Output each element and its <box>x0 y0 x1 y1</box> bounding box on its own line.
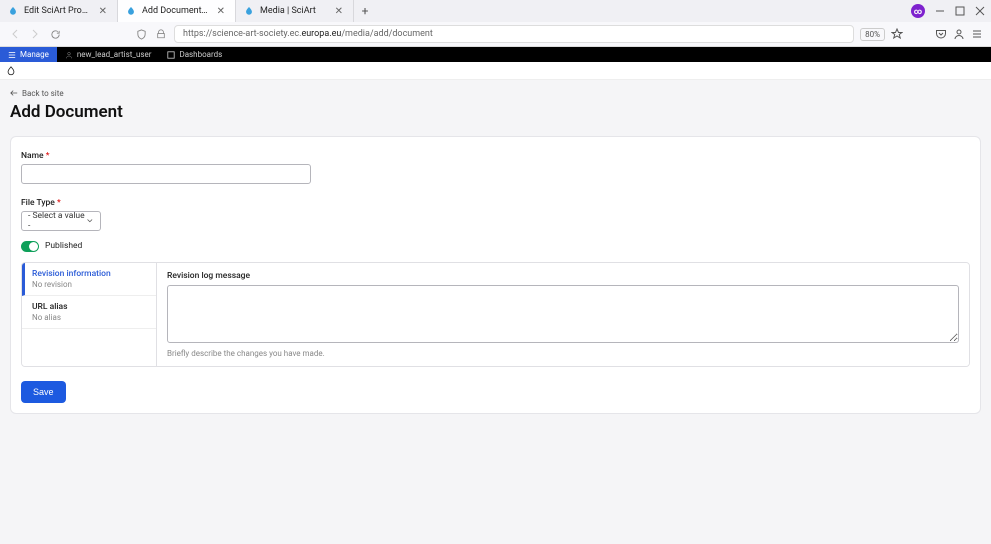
back-label: Back to site <box>22 89 64 98</box>
close-icon[interactable]: ✕ <box>215 6 227 17</box>
new-tab-button[interactable]: + <box>354 4 376 18</box>
drupal-icon <box>126 6 136 16</box>
tab-revision-title: Revision information <box>32 269 146 279</box>
save-button[interactable]: Save <box>21 381 66 403</box>
user-label: new_lead_artist_user <box>77 50 152 59</box>
vertical-tabs: Revision information No revision URL ali… <box>21 262 970 367</box>
tab-url-alias[interactable]: URL alias No alias <box>22 296 156 329</box>
zoom-badge[interactable]: 80% <box>860 28 885 41</box>
published-toggle[interactable] <box>21 241 39 252</box>
filetype-value: - Select a value - <box>28 211 86 231</box>
minimize-icon[interactable] <box>935 6 945 16</box>
drupal-icon <box>244 6 254 16</box>
admin-toolbar: Manage new_lead_artist_user Dashboards <box>0 47 991 62</box>
address-bar: https://science-art-society.ec.europa.eu… <box>0 22 991 46</box>
tab-title: Add Document | SciArt <box>142 6 209 16</box>
forward-button[interactable] <box>28 27 42 41</box>
dashboard-icon <box>167 51 175 59</box>
url-text: https://science-art-society.ec.europa.eu… <box>183 29 433 39</box>
drupal-logo-icon[interactable] <box>6 65 16 77</box>
star-icon[interactable] <box>891 28 903 40</box>
browser-tab[interactable]: Add Document | SciArt ✕ <box>118 0 236 22</box>
url-input[interactable]: https://science-art-society.ec.europa.eu… <box>174 25 854 43</box>
drupal-secondary-bar <box>0 62 991 80</box>
manage-label: Manage <box>20 50 49 59</box>
browser-tab[interactable]: Media | SciArt ✕ <box>236 0 354 22</box>
revision-log-textarea[interactable] <box>167 285 959 343</box>
form-card: Name * File Type * - Select a value - Pu… <box>10 136 981 414</box>
admin-user[interactable]: new_lead_artist_user <box>57 47 160 62</box>
close-icon[interactable]: ✕ <box>97 6 109 17</box>
admin-dashboards[interactable]: Dashboards <box>159 47 230 62</box>
close-window-icon[interactable] <box>975 6 985 16</box>
lock-icon <box>154 27 168 41</box>
name-label: Name * <box>21 151 49 161</box>
revision-log-label: Revision log message <box>167 271 959 281</box>
user-icon <box>65 51 73 59</box>
shield-icon[interactable] <box>134 27 148 41</box>
reload-button[interactable] <box>48 27 62 41</box>
filetype-label: File Type * <box>21 198 61 208</box>
page-title: Add Document <box>10 102 981 122</box>
name-input[interactable] <box>21 164 311 184</box>
toggle-knob <box>29 242 38 251</box>
return-icon <box>10 89 18 97</box>
back-to-site-link[interactable]: Back to site <box>10 89 64 98</box>
extension-icon[interactable]: ∞ <box>911 4 925 18</box>
tab-url-alias-title: URL alias <box>32 302 146 312</box>
tab-title: Media | SciArt <box>260 6 327 16</box>
close-icon[interactable]: ✕ <box>333 6 345 17</box>
back-button[interactable] <box>8 27 22 41</box>
pocket-icon[interactable] <box>935 28 947 40</box>
revision-help-text: Briefly describe the changes you have ma… <box>167 349 959 358</box>
tab-title: Edit SciArt Proposals test for lo... <box>24 6 91 16</box>
tab-revision-info[interactable]: Revision information No revision <box>22 263 156 296</box>
filetype-select[interactable]: - Select a value - <box>21 211 101 231</box>
tab-revision-sub: No revision <box>32 280 146 289</box>
hamburger-icon <box>8 51 16 59</box>
browser-tab-strip: Edit SciArt Proposals test for lo... ✕ A… <box>0 0 991 22</box>
browser-tab[interactable]: Edit SciArt Proposals test for lo... ✕ <box>0 0 118 22</box>
maximize-icon[interactable] <box>955 6 965 16</box>
chevron-down-icon <box>86 217 94 225</box>
tab-url-alias-sub: No alias <box>32 313 146 322</box>
drupal-icon <box>8 6 18 16</box>
dashboards-label: Dashboards <box>179 50 222 59</box>
published-label: Published <box>45 241 82 251</box>
admin-manage[interactable]: Manage <box>0 47 57 62</box>
account-icon[interactable] <box>953 28 965 40</box>
menu-icon[interactable] <box>971 28 983 40</box>
